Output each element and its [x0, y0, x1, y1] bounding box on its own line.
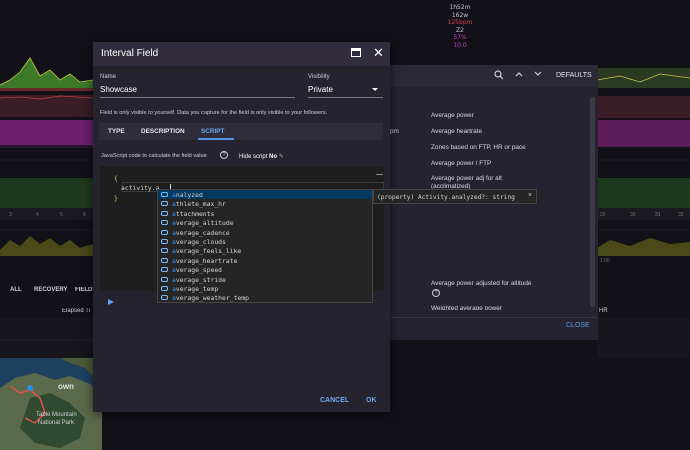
map-label: own: [58, 382, 74, 391]
visibility-note: Field is only visible to yourself. Data …: [100, 110, 328, 116]
property-icon: [161, 220, 168, 226]
close-button[interactable]: CLOSE: [566, 322, 590, 329]
active-tab-indicator: [198, 138, 234, 140]
axis-tick: 32: [678, 212, 684, 218]
suggestion-item[interactable]: average_clouds: [158, 237, 372, 246]
suggestion-item[interactable]: average_stride: [158, 275, 372, 284]
script-hint: JavaScript code to calculate the field v…: [101, 153, 207, 159]
axis-tick: 6: [83, 212, 86, 218]
tab-script[interactable]: SCRIPT: [201, 128, 224, 135]
suggestion-item[interactable]: average_feels_like: [158, 246, 372, 255]
suggestion-detail-text: (property) Activity.analyzed?: string: [377, 194, 515, 201]
suggestion-detail: (property) Activity.analyzed?: string ×: [373, 189, 537, 204]
hide-script-label: Hide script: [239, 154, 268, 160]
close-icon[interactable]: ×: [528, 192, 532, 199]
axis-tick: 5: [60, 212, 63, 218]
axis-tick: 31: [655, 212, 661, 218]
suggestion-item[interactable]: average_speed: [158, 265, 372, 274]
dialog-title: Interval Field: [101, 48, 159, 59]
panel-scrollbar[interactable]: [590, 97, 595, 307]
tab-type[interactable]: TYPE: [108, 128, 125, 135]
property-icon: [161, 201, 168, 207]
field-desc: Average power / FTP: [431, 160, 492, 167]
stat-heartrate: 125bpm: [447, 19, 473, 26]
property-icon: [161, 210, 168, 216]
property-icon: [161, 276, 168, 282]
map-label: Table Mountain: [36, 412, 77, 418]
code-line: {: [114, 174, 118, 182]
property-icon: [161, 286, 168, 291]
property-icon: [161, 267, 168, 273]
stat-percent: 57%: [453, 34, 467, 41]
stat-power: 162w: [451, 11, 469, 19]
visibility-select[interactable]: Private: [308, 85, 333, 94]
suggestion-item[interactable]: average_cadence: [158, 228, 372, 237]
chevron-down-icon[interactable]: [534, 70, 542, 81]
play-icon[interactable]: [108, 299, 114, 305]
property-icon: [161, 239, 168, 244]
bg-column-elapsed: Elapsed Ti: [62, 308, 91, 314]
stat-zone: Z2: [456, 26, 464, 34]
map-label: National Park: [38, 420, 75, 426]
field-desc: Weighted average power: [431, 305, 502, 310]
axis-tick: 29: [600, 212, 606, 218]
tab-description[interactable]: DESCRIPTION: [141, 128, 185, 135]
suggestion-item[interactable]: average_weather_temp: [158, 293, 372, 302]
suggestion-item[interactable]: analyzed: [158, 190, 372, 200]
cancel-button[interactable]: CANCEL: [320, 397, 349, 404]
defaults-button[interactable]: DEFAULTS: [556, 72, 592, 79]
chevron-up-icon[interactable]: [515, 70, 523, 81]
help-icon[interactable]: ?: [432, 289, 440, 297]
hide-script-value: No: [269, 154, 278, 160]
pencil-icon: ✎: [278, 154, 284, 160]
dropdown-arrow-icon[interactable]: [372, 88, 378, 91]
bg-tab-recovery[interactable]: RECOVERY: [34, 287, 67, 293]
property-icon: [161, 257, 168, 263]
field-desc: Average power: [431, 112, 474, 119]
bpm-label: pm: [390, 128, 399, 135]
visibility-label: Visibility: [308, 74, 330, 80]
code-line: }: [114, 194, 118, 202]
field-desc: Average power adjusted for altitude: [431, 280, 532, 287]
stat-duration: 1h52m: [449, 4, 471, 11]
ok-button[interactable]: OK: [366, 397, 377, 404]
suggestion-rest: nalyzed: [175, 191, 203, 199]
suggestion-item[interactable]: attachments: [158, 209, 372, 218]
code-line: activity.a: [121, 184, 160, 192]
map-graphic: [0, 358, 102, 450]
autocomplete-list: analyzed athlete_max_hr attachments aver…: [157, 189, 373, 303]
property-icon: [161, 229, 168, 235]
suggestion-item[interactable]: athlete_max_hr: [158, 199, 372, 208]
field-desc: Zones based on FTP, HR or pace: [431, 144, 526, 151]
fields-toolbar: DEFAULTS: [380, 65, 598, 87]
property-icon: [161, 295, 168, 301]
search-icon[interactable]: [494, 70, 504, 83]
bg-tab-all[interactable]: ALL: [10, 287, 22, 293]
close-icon[interactable]: ✕: [373, 45, 384, 61]
axis-tick: 3: [9, 212, 12, 218]
stat-value: 10.0: [453, 41, 467, 49]
route-map[interactable]: own Table Mountain National Park: [0, 358, 102, 450]
property-icon: [161, 192, 168, 197]
name-label: Name: [100, 74, 117, 80]
suggestion-item[interactable]: average_temp: [158, 284, 372, 293]
name-input[interactable]: Showcase: [100, 85, 137, 94]
field-desc: Average power adj for alt: [431, 175, 502, 182]
suggestion-item[interactable]: average_heartrate: [158, 256, 372, 265]
axis-tick: 1:00: [600, 258, 610, 264]
dialog-tabs: TYPE DESCRIPTION SCRIPT: [99, 123, 383, 140]
stats-overlay: 1h52m 162w 125bpm Z2 57% 10.0: [430, 4, 490, 49]
suggestion-item[interactable]: average_altitude: [158, 218, 372, 227]
field-desc: Average heartrate: [431, 128, 483, 135]
maximize-icon[interactable]: [351, 48, 361, 57]
axis-tick: 30: [630, 212, 636, 218]
help-icon[interactable]: ?: [220, 151, 228, 159]
property-icon: [161, 248, 168, 254]
bg-tab-fields[interactable]: FIELDS: [75, 287, 93, 293]
hide-script-toggle[interactable]: Hide script No ✎: [239, 153, 284, 160]
axis-tick: 4: [36, 212, 39, 218]
dialog-header: Interval Field ✕: [93, 42, 390, 66]
